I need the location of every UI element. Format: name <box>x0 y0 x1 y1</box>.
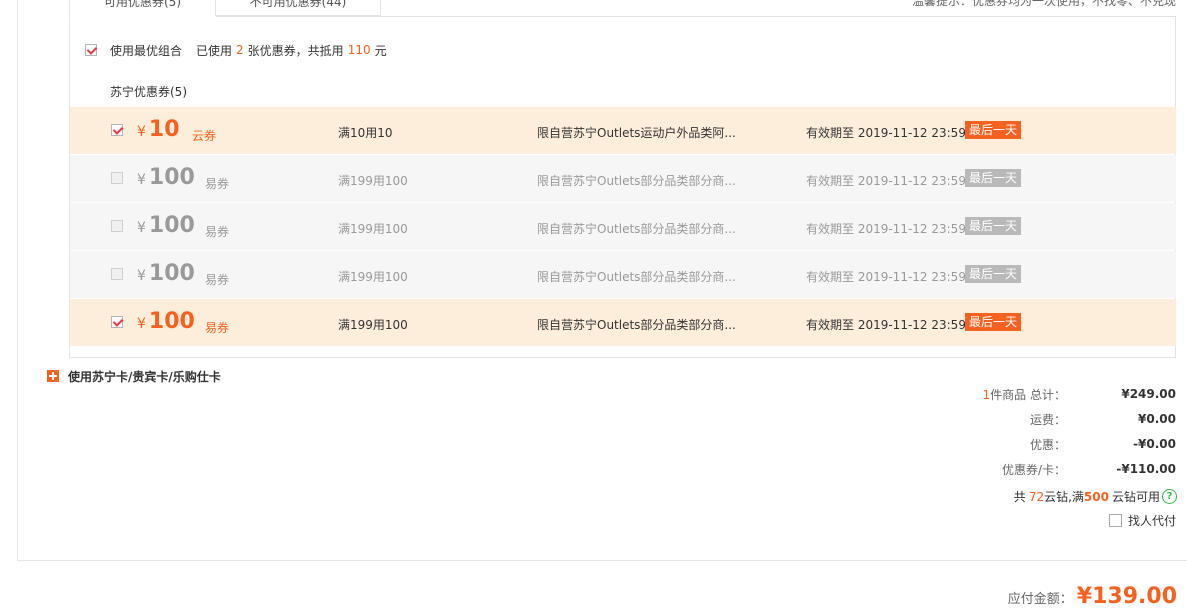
plus-icon <box>47 370 59 382</box>
coupon-value: 100 <box>148 213 195 238</box>
proxy-pay[interactable]: 找人代付 <box>1108 512 1176 529</box>
use-cards-toggle[interactable]: 使用苏宁卡/贵宾卡/乐购仕卡 <box>47 368 221 384</box>
coupon-row[interactable]: ¥100 易券 满199用100 限自营苏宁Outlets部分品类部分商... … <box>70 251 1176 298</box>
coupon-value: 100 <box>148 261 195 286</box>
coupon-row[interactable]: ¥100 易券 满199用100 限自营苏宁Outlets部分品类部分商... … <box>70 299 1176 346</box>
points-prefix: 共 <box>1013 490 1026 504</box>
points-suffix: 云钻可用 <box>1111 490 1160 504</box>
coupon-type: 易券 <box>205 273 230 287</box>
coupon-card-value: -¥110.00 <box>1116 462 1176 476</box>
shipping-label: 运费： <box>1029 412 1066 427</box>
coupon-expire: 有效期至 2019-11-12 23:59 <box>806 222 966 236</box>
coupon-checkbox[interactable] <box>111 124 123 136</box>
amount-due: 应付金额： ¥139.00 <box>1008 584 1177 609</box>
coupon-scope: 限自营苏宁Outlets部分品类部分商... <box>537 270 736 284</box>
last-day-badge: 最后一天 <box>965 169 1022 187</box>
coupon-scope: 限自营苏宁Outlets部分品类部分商... <box>537 318 736 332</box>
last-day-badge: 最后一天 <box>965 265 1022 283</box>
cloud-diamond-info: 共 72 云钻,满 500 云钻可用 ? <box>1014 488 1177 505</box>
coupon-rule: 满199用100 <box>338 174 408 188</box>
proxy-pay-label: 找人代付 <box>1127 514 1176 528</box>
coupon-value: 100 <box>148 165 195 190</box>
coupon-rule: 满10用10 <box>338 126 393 140</box>
used-prefix: 已使用 <box>196 43 233 58</box>
coupon-expire: 有效期至 2019-11-12 23:59 <box>806 126 966 140</box>
points-mid: 云钻,满 <box>1044 490 1084 504</box>
coupon-type: 易券 <box>205 225 230 239</box>
last-day-badge: 最后一天 <box>965 313 1022 331</box>
coupon-value: 10 <box>148 117 180 142</box>
coupon-group-title: 苏宁优惠券(5) <box>110 85 187 99</box>
coupon-type: 云券 <box>192 129 217 143</box>
coupon-type: 易券 <box>205 177 230 191</box>
help-icon[interactable]: ? <box>1162 489 1177 504</box>
coupon-amount: ¥100 <box>137 261 195 287</box>
amount-due-value: ¥139.00 <box>1076 584 1177 609</box>
tab-unavailable-coupons[interactable]: 不可用优惠券(44) <box>216 0 381 16</box>
coupon-expire: 有效期至 2019-11-12 23:59 <box>806 174 966 188</box>
coupon-amount: ¥100 <box>137 165 195 191</box>
coupon-amount: ¥10 <box>137 117 180 143</box>
coupon-tip: 温馨提示：优惠券均为一次使用，不找零、不兑现 <box>911 0 1176 8</box>
best-combo: 使用最优组合 已使用 2 张优惠券，共抵用 110 元 <box>85 42 387 58</box>
coupon-row[interactable]: ¥10 云券 满10用10 限自营苏宁Outlets运动户外品类阿... 有效期… <box>70 107 1176 154</box>
coupon-amount: ¥100 <box>137 213 195 239</box>
coupon-type: 易券 <box>205 321 230 335</box>
coupon-card-label: 优惠券/卡： <box>1001 462 1066 477</box>
proxy-pay-checkbox[interactable] <box>1108 514 1122 527</box>
discount-value: -¥0.00 <box>1133 437 1176 451</box>
best-combo-label: 使用最优组合 <box>110 43 183 58</box>
coupon-checkbox[interactable] <box>111 268 123 280</box>
points-threshold: 500 <box>1083 489 1109 504</box>
currency-symbol: ¥ <box>137 316 146 332</box>
coupon-rule: 满199用100 <box>338 222 408 236</box>
used-mid: 张优惠券，共抵用 <box>247 43 344 58</box>
coupon-scope: 限自营苏宁Outlets部分品类部分商... <box>537 174 736 188</box>
coupon-amount: ¥100 <box>137 309 195 335</box>
currency-symbol: ¥ <box>137 220 146 236</box>
coupon-rule: 满199用100 <box>338 270 408 284</box>
summary-item-total: 1件商品 总计： ¥249.00 <box>983 386 1176 402</box>
coupon-scope: 限自营苏宁Outlets运动户外品类阿... <box>537 126 736 140</box>
coupon-expire: 有效期至 2019-11-12 23:59 <box>806 270 966 284</box>
points-count: 72 <box>1028 489 1045 504</box>
use-cards-label: 使用苏宁卡/贵宾卡/乐购仕卡 <box>68 369 221 384</box>
last-day-badge: 最后一天 <box>965 121 1022 139</box>
coupon-rule: 满199用100 <box>338 318 408 332</box>
used-amount: 110 <box>347 43 371 57</box>
item-total-label: 件商品 总计： <box>990 387 1066 402</box>
coupon-checkbox[interactable] <box>111 172 123 184</box>
summary-coupon: 优惠券/卡： -¥110.00 <box>1002 461 1176 477</box>
amount-due-label: 应付金额： <box>1007 592 1073 607</box>
coupon-value: 100 <box>148 309 195 334</box>
last-day-badge: 最后一天 <box>965 217 1022 235</box>
currency-symbol: ¥ <box>137 268 146 284</box>
discount-label: 优惠： <box>1029 437 1066 452</box>
currency-symbol: ¥ <box>137 172 146 188</box>
coupon-row[interactable]: ¥100 易券 满199用100 限自营苏宁Outlets部分品类部分商... … <box>70 203 1176 250</box>
coupon-row[interactable]: ¥100 易券 满199用100 限自营苏宁Outlets部分品类部分商... … <box>70 155 1176 202</box>
coupon-checkbox[interactable] <box>111 316 123 328</box>
coupon-expire: 有效期至 2019-11-12 23:59 <box>806 318 966 332</box>
coupon-checkbox[interactable] <box>111 220 123 232</box>
used-suffix: 元 <box>374 43 387 58</box>
currency-symbol: ¥ <box>137 124 146 140</box>
summary-discount: 优惠： -¥0.00 <box>1030 436 1176 452</box>
shipping-value: ¥0.00 <box>1138 412 1176 426</box>
tab-available-coupons[interactable]: 可用优惠券(5) <box>69 0 216 17</box>
item-total-value: ¥249.00 <box>1121 387 1176 401</box>
used-count: 2 <box>236 43 244 57</box>
best-combo-checkbox[interactable] <box>85 44 97 56</box>
coupon-scope: 限自营苏宁Outlets部分品类部分商... <box>537 222 736 236</box>
summary-shipping: 运费： ¥0.00 <box>1030 411 1176 427</box>
